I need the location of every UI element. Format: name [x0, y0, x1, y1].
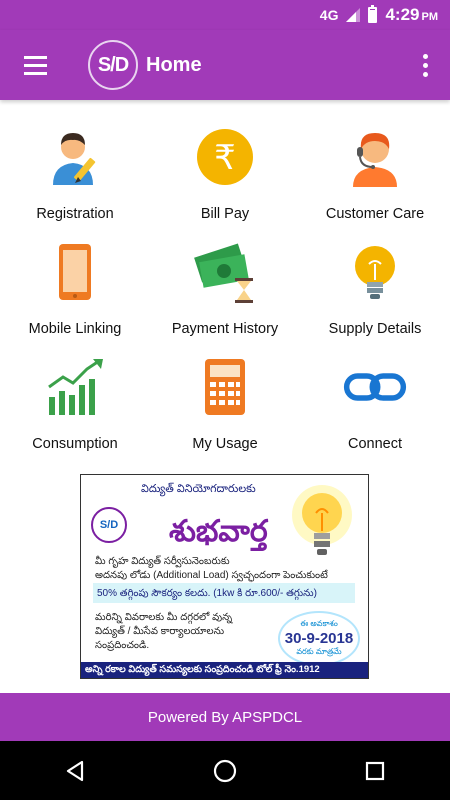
bill-pay-label: Bill Pay: [200, 206, 250, 222]
hamburger-menu-icon[interactable]: [0, 30, 70, 100]
signal-icon: [346, 8, 361, 22]
banner-title: శుభవార్త: [169, 515, 268, 548]
mobile-linking-label: Mobile Linking: [28, 321, 122, 337]
user-pencil-icon: [43, 125, 107, 189]
my-usage-label: My Usage: [192, 436, 258, 452]
payment-history-tile[interactable]: Payment History: [150, 230, 300, 345]
system-nav-bar: [0, 741, 450, 800]
banner-text-line: విద్యుత్ / మీసేవ కార్యాలయాలను: [95, 626, 225, 637]
svg-text:₹: ₹: [214, 138, 236, 178]
powered-by-footer: Powered By APSPDCL: [0, 693, 450, 741]
banner-text-line: అదనపు లోడు (Additional Load) స్వచ్ఛందంగా…: [95, 570, 328, 581]
banner-text-line: సంప్రదించండి.: [95, 640, 150, 651]
banner-deadline-badge: ఈ అవకాశం 30-9-2018 వరకు మాత్రమే: [278, 611, 360, 666]
app-logo: S/D: [88, 40, 138, 90]
clock: 4:29 PM: [385, 5, 438, 24]
banner-text-line: మరిన్ని వివరాలకు మీ దగ్గరలో వున్న: [95, 612, 233, 623]
banner-footer: అన్ని రకాల విద్యుత్ సమస్యలకు సంప్రదించండ…: [81, 662, 368, 678]
light-bulb-icon: [343, 240, 407, 304]
connect-tile[interactable]: Connect: [300, 345, 450, 460]
app-bar: S/D Home: [0, 30, 450, 100]
battery-icon: [368, 5, 378, 23]
connect-label: Connect: [347, 436, 402, 452]
growth-chart-icon: [43, 355, 107, 419]
supply-details-tile[interactable]: Supply Details: [300, 230, 450, 345]
promo-banner[interactable]: విద్యుత్ వినియోగదారులకు S/D శుభవార్త మీ …: [80, 474, 369, 679]
light-bulb-icon: [292, 485, 352, 555]
overflow-menu-icon[interactable]: [400, 30, 450, 100]
supply-details-label: Supply Details: [328, 321, 422, 337]
banner-discount-highlight: 50% తగ్గింపు సౌకర్యం కలదు. (1kw కి రూ.60…: [93, 583, 355, 603]
customer-care-label: Customer Care: [325, 206, 425, 222]
status-bar: 4G 4:29 PM: [0, 0, 450, 30]
home-icon[interactable]: [195, 741, 255, 800]
headset-agent-icon: [343, 125, 407, 189]
consumption-tile[interactable]: Consumption: [0, 345, 150, 460]
banner-header: విద్యుత్ వినియోగదారులకు: [141, 483, 256, 495]
back-icon[interactable]: [45, 741, 105, 800]
registration-label: Registration: [36, 206, 114, 222]
banner-text-line: మీ గృహ విద్యుత్ సర్వీసునెంబరుకు: [95, 556, 230, 567]
page-title: Home: [146, 53, 202, 76]
mobile-linking-tile[interactable]: Mobile Linking: [0, 230, 150, 345]
banner-logo: S/D: [91, 507, 127, 543]
payment-history-label: Payment History: [171, 321, 279, 337]
recents-icon[interactable]: [345, 741, 405, 800]
registration-tile[interactable]: Registration: [0, 115, 150, 230]
money-hourglass-icon: [193, 240, 257, 304]
network-type: 4G: [319, 7, 339, 23]
rupee-coin-icon: ₹: [193, 125, 257, 189]
smartphone-icon: [43, 240, 107, 304]
customer-care-tile[interactable]: Customer Care: [300, 115, 450, 230]
chain-link-icon: [343, 355, 407, 419]
consumption-label: Consumption: [32, 436, 118, 452]
menu-grid: Registration ₹ Bill Pay Customer Care Mo…: [0, 115, 450, 460]
my-usage-tile[interactable]: My Usage: [150, 345, 300, 460]
bill-pay-tile[interactable]: ₹ Bill Pay: [150, 115, 300, 230]
calculator-icon: [193, 355, 257, 419]
